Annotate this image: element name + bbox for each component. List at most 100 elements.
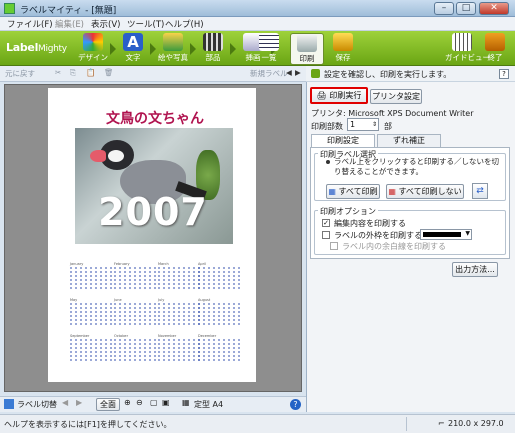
menu-view[interactable]: 表示(V) (88, 18, 123, 30)
title-bar: ラベルマイティ - [無題] – □ ✕ (0, 0, 515, 17)
panel-help-button[interactable]: ? (499, 69, 509, 79)
print-execute-button[interactable]: 🖨 印刷実行 (310, 87, 368, 104)
scissors-icon[interactable]: ✂ (55, 68, 61, 80)
printer-icon (297, 34, 317, 52)
parts-icon (203, 33, 223, 51)
window-title: ラベルマイティ - [無題] (20, 6, 117, 16)
toggle-selection-icon[interactable]: ⇄ (472, 183, 488, 199)
calendar-title[interactable]: 文鳥の文ちゃん (80, 108, 230, 128)
status-divider (406, 417, 407, 431)
tab-offset-correction[interactable]: ずれ補正 (377, 134, 441, 147)
month-block: September (70, 334, 114, 366)
calendar-year[interactable]: 2007 (78, 190, 228, 234)
app-icon (4, 3, 15, 14)
outer-frame-checkbox[interactable] (322, 231, 330, 239)
printer-icon: 🖨 (316, 91, 327, 100)
main-ribbon: LabelMighty デザイン A 文字 絵や写真 部品 挿画 一覧 印刷 保… (0, 31, 515, 66)
tool-list[interactable]: 一覧 (252, 33, 286, 65)
tool-exit[interactable]: 終了 (478, 33, 512, 65)
month-block: August (198, 298, 242, 330)
guide-icon (452, 33, 472, 51)
menu-tools[interactable]: ツール(T) (124, 18, 167, 30)
delete-icon[interactable]: 🗑 (104, 68, 114, 80)
paste-icon[interactable]: 📋 (86, 68, 95, 80)
bird-beak (90, 150, 106, 162)
tool-save[interactable]: 保存 (326, 33, 360, 65)
exit-icon (485, 33, 505, 51)
month-block: December (198, 334, 242, 366)
output-method-button[interactable]: 出力方法... (452, 262, 498, 277)
grid-x-icon: ▦ (388, 187, 396, 196)
maximize-button[interactable]: □ (456, 2, 476, 15)
fit-view-button[interactable]: 全面 (96, 398, 120, 411)
menu-file[interactable]: ファイル(F) (4, 18, 56, 30)
frame-color-select[interactable]: ▼ (420, 229, 472, 240)
print-none-button[interactable]: ▦ すべて印刷しない (386, 184, 464, 199)
bird-cheek (108, 150, 124, 162)
undo-button[interactable]: 元に戻す (5, 68, 35, 80)
month-block: July (158, 298, 202, 330)
edit-content-checkbox[interactable]: ✓ (322, 219, 330, 227)
zoom-out-icon[interactable]: ⊖ (136, 398, 143, 407)
tab-print-settings[interactable]: 印刷設定 (311, 134, 375, 147)
menu-bar: ファイル(F) 編集(E) 表示(V) ツール(T) ヘルプ(H) (0, 17, 515, 31)
calendar-months[interactable]: January February March April May June Ju… (70, 262, 242, 372)
month-block: June (114, 298, 158, 330)
copies-label: 印刷部数 (311, 122, 343, 131)
tool-parts[interactable]: 部品 (196, 33, 230, 65)
prev-label-icon[interactable]: ◀ (62, 398, 68, 407)
menu-help[interactable]: ヘルプ(H) (162, 18, 207, 30)
menu-edit[interactable]: 編集(E) (52, 18, 87, 30)
page-view-icon[interactable]: ▢ (150, 398, 158, 407)
guide-leaf-icon (311, 69, 320, 78)
paper-size: 定型 A4 (194, 400, 224, 409)
outer-frame-label: ラベルの外枠を印刷する (334, 231, 422, 240)
minimize-button[interactable]: – (434, 2, 454, 15)
design-icon (83, 33, 103, 51)
grid-icon: ▦ (328, 187, 336, 196)
nav-next-icon[interactable]: ▶ (295, 68, 301, 80)
status-paper-size: 210.0 x 297.0 (448, 419, 504, 428)
panel-instruction: 設定を確認し、印刷を実行します。 (324, 70, 452, 79)
edit-toolbar: 元に戻す ✂ ⎘ 📋 🗑 新規ラベル ◀ ▶ (0, 66, 306, 82)
view-toolbar: ラベル切替 ◀ ▶ 全面 ⊕ ⊖ ▢ ▣ ▦ 定型 A4 ? (0, 396, 306, 412)
status-bar: ヘルプを表示するには[F1]を押してください。 ⌐ 210.0 x 297.0 (0, 414, 515, 433)
grid-view-icon[interactable]: ▣ (162, 398, 170, 407)
margin-lines-checkbox[interactable] (330, 242, 338, 250)
month-block: March (158, 262, 202, 294)
close-button[interactable]: ✕ (479, 2, 509, 15)
copies-unit: 部 (384, 122, 392, 131)
tool-text[interactable]: A 文字 (116, 33, 150, 65)
tool-pictures[interactable]: 絵や写真 (156, 33, 190, 65)
label-select-description: ラベル上をクリックすると印刷する／しないを切り替えることができます。 (334, 157, 499, 176)
margin-lines-label: ラベル内の余白線を印刷する (342, 242, 446, 251)
chevron-down-icon: ▼ (465, 230, 470, 237)
month-block: February (114, 262, 158, 294)
color-swatch (423, 232, 461, 237)
tool-print[interactable]: 印刷 (290, 33, 324, 65)
label-list-icon (4, 399, 14, 409)
zoom-in-icon[interactable]: ⊕ (124, 398, 131, 407)
nav-prev-icon[interactable]: ◀ (286, 68, 292, 80)
copy-icon[interactable]: ⎘ (70, 68, 76, 80)
month-block: May (70, 298, 114, 330)
month-block: January (70, 262, 114, 294)
next-label-icon[interactable]: ▶ (76, 398, 82, 407)
help-icon[interactable]: ? (290, 399, 301, 410)
save-icon (333, 33, 353, 51)
list-icon (259, 33, 279, 51)
label-switch-button[interactable]: ラベル切替 (17, 399, 57, 410)
spinner-icon[interactable]: ⇕ (372, 119, 377, 130)
month-block: April (198, 262, 242, 294)
tool-design[interactable]: デザイン (76, 33, 110, 65)
status-size-icon: ⌐ (438, 419, 445, 428)
app-logo: LabelMighty (6, 41, 67, 54)
print-all-button[interactable]: ▦ すべて印刷 (326, 184, 380, 199)
paper-icon: ▦ (182, 398, 190, 407)
copies-input[interactable]: 1 ⇕ (347, 118, 379, 131)
new-label-button[interactable]: 新規ラベル (250, 68, 288, 80)
bullet-icon (326, 160, 330, 164)
tool-guide-view[interactable]: ガイドビュー (445, 33, 490, 65)
printer-settings-button[interactable]: プリンタ設定 (370, 89, 422, 104)
print-panel-header: 設定を確認し、印刷を実行します。 ? (306, 66, 515, 82)
